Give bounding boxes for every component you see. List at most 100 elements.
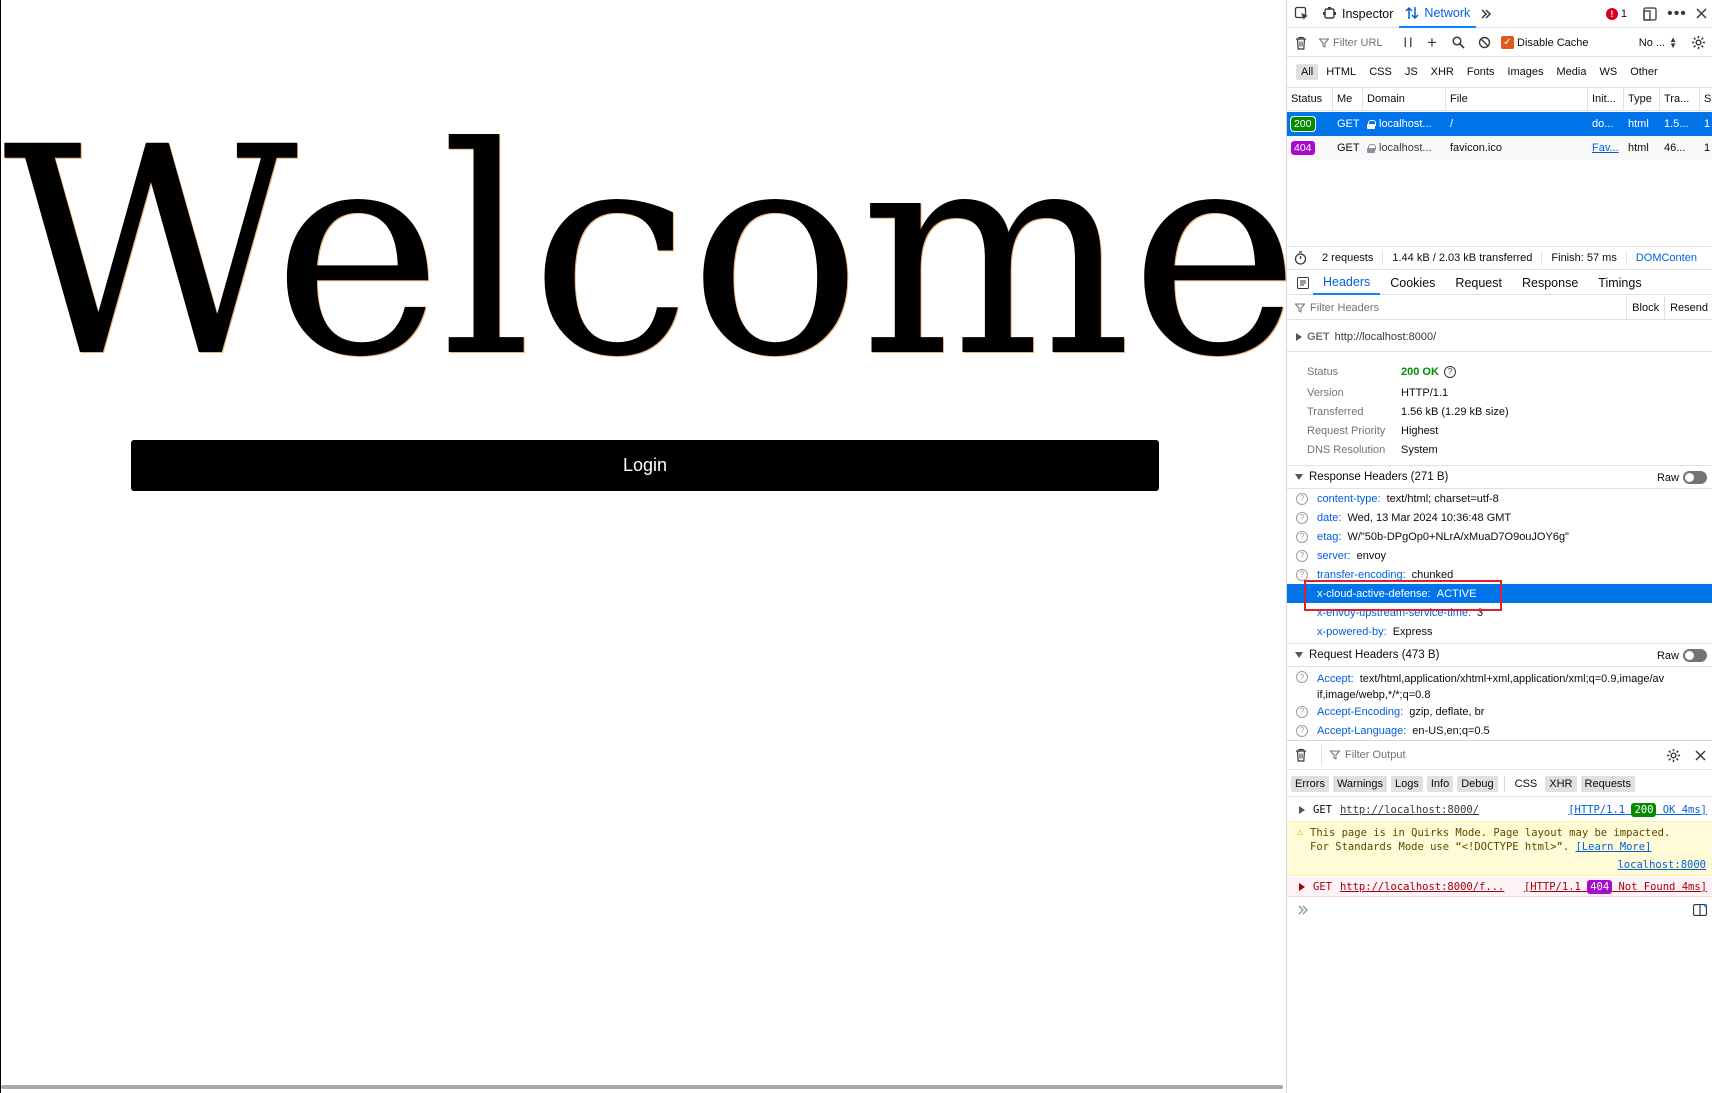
pause-icon[interactable]: | |	[1397, 29, 1419, 57]
filter-url-input[interactable]: Filter URL	[1319, 37, 1397, 49]
disable-cache-checkbox[interactable]: ✓ Disable Cache	[1501, 36, 1589, 49]
tab-inspector[interactable]: Inspector	[1317, 0, 1399, 28]
error-count-badge[interactable]: ! 1	[1605, 7, 1627, 20]
response-header-item[interactable]: ? server: envoy	[1287, 546, 1712, 565]
resend-button[interactable]: Resend	[1664, 296, 1712, 320]
console-filter-css[interactable]: CSS	[1511, 776, 1542, 792]
response-header-item[interactable]: ?x-powered-by:Express	[1287, 622, 1712, 641]
type-filter-xhr[interactable]: XHR	[1426, 64, 1459, 80]
request-type-filters: All HTML CSS JS XHR Fonts Images Media W…	[1287, 58, 1712, 86]
close-console-icon[interactable]	[1687, 741, 1712, 769]
response-header-item[interactable]: ? etag: W/"50b-DPgOp0+NLrA/xMuaD7O9ouJOY6g…	[1287, 527, 1712, 546]
column-file[interactable]: File	[1446, 88, 1588, 110]
column-size[interactable]: S	[1700, 88, 1712, 110]
help-icon[interactable]: ?	[1296, 511, 1308, 524]
request-detail-tabs: Headers Cookies Request Response Timings	[1287, 271, 1712, 295]
type-filter-all[interactable]: All	[1296, 64, 1319, 80]
console-request-meta[interactable]: [HTTP/1.1 200 OK 4ms]	[1568, 802, 1707, 817]
console-message-error[interactable]: GET http://localhost:8000/f... [HTTP/1.1…	[1287, 877, 1712, 897]
request-header-item[interactable]: ? Accept: text/html,application/xhtml+xml…	[1287, 668, 1712, 702]
console-filter-requests[interactable]: Requests	[1580, 775, 1635, 792]
console-input[interactable]	[1287, 898, 1712, 922]
tab-response[interactable]: Response	[1512, 271, 1588, 295]
response-header-item[interactable]: ? content-type: text/html; charset=utf-8	[1287, 489, 1712, 508]
console-message-request[interactable]: GET http://localhost:8000/ [HTTP/1.1 200…	[1287, 799, 1712, 820]
column-domain[interactable]: Domain	[1363, 88, 1446, 110]
help-icon[interactable]: ?	[1296, 492, 1308, 505]
help-icon[interactable]: ?	[1296, 530, 1308, 543]
block-button[interactable]: Block	[1626, 296, 1664, 320]
help-icon[interactable]: ?	[1296, 705, 1308, 718]
column-method[interactable]: Me	[1333, 88, 1363, 110]
tab-headers[interactable]: Headers	[1313, 271, 1381, 295]
type-filter-other[interactable]: Other	[1625, 64, 1663, 80]
devtools-panel: Inspector Network ! 1 ••• Filter URL | |…	[1286, 0, 1712, 1093]
tab-request[interactable]: Request	[1445, 271, 1512, 295]
raw-toggle[interactable]: Raw	[1657, 649, 1707, 662]
horizontal-scrollbar[interactable]	[1, 1085, 1283, 1089]
table-row[interactable]: 404 GET localhost... favicon.ico Fav... …	[1287, 136, 1712, 160]
column-status[interactable]: Status	[1287, 88, 1333, 110]
column-type[interactable]: Type	[1624, 88, 1660, 110]
raw-toggle[interactable]: Raw	[1657, 471, 1707, 484]
tab-cookies[interactable]: Cookies	[1380, 271, 1445, 295]
console-request-url[interactable]: http://localhost:8000/f...	[1340, 881, 1504, 893]
clear-console-trash-icon[interactable]	[1287, 741, 1315, 769]
console-request-url[interactable]: http://localhost:8000/	[1340, 804, 1479, 816]
throttling-select[interactable]: No ... ▲ ▼	[1639, 35, 1677, 49]
settings-gear-icon[interactable]	[1683, 29, 1712, 57]
table-row[interactable]: 200 GET localhost... / do... html 1.5...…	[1287, 112, 1712, 136]
console-filter-logs[interactable]: Logs	[1391, 775, 1423, 792]
help-icon[interactable]: ?	[1296, 568, 1308, 581]
help-icon[interactable]: ?	[1296, 671, 1308, 683]
request-initiator-link[interactable]: Fav...	[1588, 136, 1624, 160]
header-name: server:	[1317, 549, 1351, 562]
trash-icon[interactable]	[1287, 29, 1315, 57]
learn-more-link[interactable]: [Learn More]	[1576, 841, 1652, 853]
more-tabs-chevron-icon[interactable]	[1476, 0, 1496, 28]
type-filter-css[interactable]: CSS	[1364, 64, 1397, 80]
column-initiator[interactable]: Init...	[1588, 88, 1624, 110]
request-headers-section[interactable]: Request Headers (473 B) Raw	[1287, 643, 1712, 667]
console-filter-errors[interactable]: Errors	[1291, 775, 1329, 792]
console-filter-debug[interactable]: Debug	[1457, 775, 1498, 792]
block-icon[interactable]	[1471, 29, 1497, 57]
request-header-item[interactable]: ? Accept-Language: en-US,en;q=0.5	[1287, 721, 1712, 740]
response-headers-section[interactable]: Response Headers (271 B) Raw	[1287, 465, 1712, 489]
column-transferred[interactable]: Tra...	[1660, 88, 1700, 110]
help-icon[interactable]: ?	[1296, 724, 1308, 737]
responsive-design-icon[interactable]	[1635, 0, 1665, 28]
tab-network[interactable]: Network	[1399, 0, 1477, 28]
type-filter-images[interactable]: Images	[1502, 64, 1548, 80]
help-icon[interactable]: ?	[1296, 549, 1308, 562]
request-url-line[interactable]: GET http://localhost:8000/	[1287, 322, 1712, 352]
console-filter-xhr[interactable]: XHR	[1545, 775, 1577, 792]
add-icon[interactable]: +	[1419, 29, 1445, 57]
console-settings-gear-icon[interactable]	[1659, 741, 1687, 769]
type-filter-fonts[interactable]: Fonts	[1462, 64, 1500, 80]
search-icon[interactable]	[1445, 29, 1471, 57]
type-filter-js[interactable]: JS	[1400, 64, 1423, 80]
type-filter-media[interactable]: Media	[1551, 64, 1591, 80]
type-filter-html[interactable]: HTML	[1321, 64, 1361, 80]
type-filter-ws[interactable]: WS	[1594, 64, 1622, 80]
more-options-icon[interactable]: •••	[1665, 0, 1689, 28]
stopwatch-icon[interactable]	[1287, 246, 1313, 270]
login-button[interactable]: Login	[131, 440, 1159, 491]
warning-source-link[interactable]: localhost:8000	[1617, 859, 1706, 871]
element-picker-icon[interactable]	[1287, 0, 1317, 28]
request-type: html	[1628, 142, 1649, 154]
toggle-sidebar-icon[interactable]	[1293, 271, 1313, 295]
help-icon[interactable]: ?	[1443, 365, 1456, 378]
console-filter-info[interactable]: Info	[1426, 775, 1454, 792]
response-header-item[interactable]: ? date: Wed, 13 Mar 2024 10:36:48 GMT	[1287, 508, 1712, 527]
editor-mode-icon[interactable]	[1693, 904, 1707, 916]
filter-output-input[interactable]: Filter Output	[1321, 745, 1406, 765]
console-request-meta[interactable]: [HTTP/1.1 404 Not Found 4ms]	[1524, 879, 1707, 894]
tab-timings[interactable]: Timings	[1588, 271, 1651, 295]
filter-headers-input[interactable]: Filter Headers	[1295, 302, 1379, 314]
console-meta-post: Not Found 4ms]	[1618, 880, 1707, 893]
console-filter-warnings[interactable]: Warnings	[1332, 775, 1388, 792]
close-devtools-icon[interactable]	[1689, 0, 1712, 28]
request-header-item[interactable]: ? Accept-Encoding: gzip, deflate, br	[1287, 702, 1712, 721]
